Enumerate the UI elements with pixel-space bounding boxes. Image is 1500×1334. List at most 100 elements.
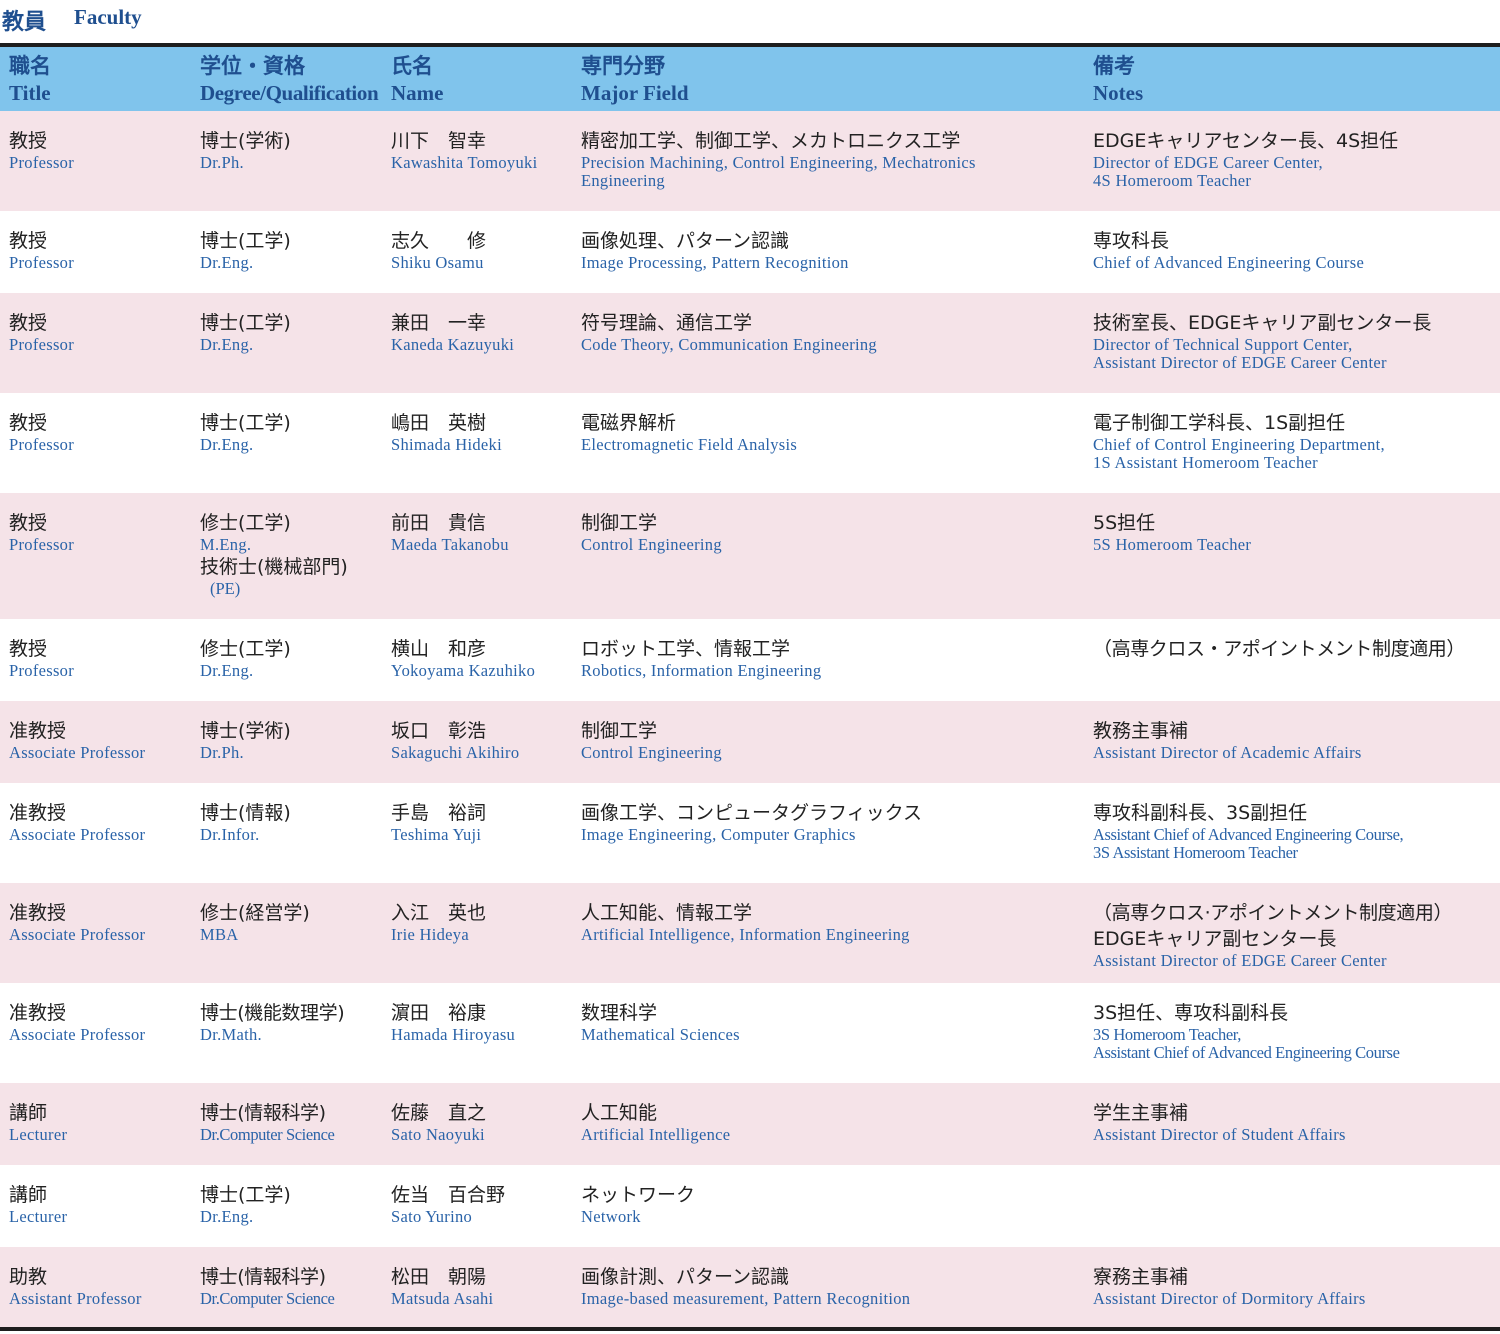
field-jp: 制御工学 xyxy=(581,512,658,534)
cell-degree: 博士(工学) Dr.Eng. xyxy=(200,1165,385,1226)
name-en: Shimada Hideki xyxy=(391,435,502,454)
field-jp: ロボット工学、情報工学 xyxy=(581,638,791,660)
cell-degree: 修士(経営学) MBA xyxy=(200,883,385,944)
degree-en: M.Eng. xyxy=(200,535,252,554)
field-jp: 電磁界解析 xyxy=(581,412,677,434)
field-en: Network xyxy=(581,1207,641,1226)
title-jp: 准教授 xyxy=(9,1002,67,1024)
page-title-en: Faculty xyxy=(74,5,142,29)
degree-en: Dr.Eng. xyxy=(200,335,254,354)
cell-title: 教授 Professor xyxy=(9,111,194,172)
cell-title: 教授 Professor xyxy=(9,493,194,554)
notes-jp: 専攻科副科長、3S副担任 xyxy=(1093,802,1308,824)
name-en: Matsuda Asahi xyxy=(391,1289,494,1308)
name-jp: 佐当 百合野 xyxy=(391,1184,506,1206)
field-jp: 人工知能、情報工学 xyxy=(581,902,753,924)
cell-degree: 博士(工学) Dr.Eng. xyxy=(200,393,385,454)
page-heading: 教員 Faculty xyxy=(0,0,1500,44)
title-en: Professor xyxy=(9,335,75,354)
table-row: 助教 Assistant Professor 博士(情報科学) Dr.Compute… xyxy=(0,1247,1500,1329)
header-notes: 備考 Notes xyxy=(1093,52,1498,106)
name-jp: 坂口 彰浩 xyxy=(391,720,487,742)
field-jp: 精密加工学、制御工学、メカトロニクス工学 xyxy=(581,130,961,152)
notes-en: Assistant Director of EDGE Career Center xyxy=(1093,951,1387,970)
name-en: Sato Yurino xyxy=(391,1207,473,1226)
cell-name: 横山 和彦 Yokoyama Kazuhiko xyxy=(391,619,576,680)
name-en: Kawashita Tomoyuki xyxy=(391,153,538,172)
cell-degree: 博士(機能数理学) Dr.Math. xyxy=(200,983,385,1044)
field-jp: 人工知能 xyxy=(581,1102,658,1124)
degree-jp: 博士(学術) xyxy=(200,130,291,152)
title-jp: 講師 xyxy=(9,1184,48,1206)
field-en: Robotics, Information Engineering xyxy=(581,661,822,680)
degree-en: Dr.Ph. xyxy=(200,153,244,172)
notes-en: Chief of Advanced Engineering Course xyxy=(1093,253,1365,272)
notes-en: Chief of Control Engineering Department,… xyxy=(1093,435,1385,472)
cell-name: 手島 裕詞 Teshima Yuji xyxy=(391,783,576,844)
title-jp: 教授 xyxy=(9,638,48,660)
cell-title: 教授 Professor xyxy=(9,211,194,272)
name-jp: 松田 朝陽 xyxy=(391,1266,487,1288)
field-jp: 符号理論、通信工学 xyxy=(581,312,753,334)
header-field-jp: 専門分野 xyxy=(581,54,665,78)
degree-en: Dr.Eng. xyxy=(200,1207,254,1226)
cell-degree: 博士(学術) Dr.Ph. xyxy=(200,701,385,762)
name-en: Sakaguchi Akihiro xyxy=(391,743,520,762)
cell-name: 坂口 彰浩 Sakaguchi Akihiro xyxy=(391,701,576,762)
field-en: Precision Machining, Control Engineering… xyxy=(581,153,976,190)
cell-title: 講師 Lecturer xyxy=(9,1165,194,1226)
notes-en: Assistant Director of Academic Affairs xyxy=(1093,743,1362,762)
cell-field: 画像処理、パターン認識 Image Processing, Pattern Rec… xyxy=(581,211,1086,272)
name-jp: 横山 和彦 xyxy=(391,638,487,660)
cell-name: 入江 英也 Irie Hideya xyxy=(391,883,576,944)
name-jp: 入江 英也 xyxy=(391,902,487,924)
cell-name: 嶋田 英樹 Shimada Hideki xyxy=(391,393,576,454)
cell-name: 濵田 裕康 Hamada Hiroyasu xyxy=(391,983,576,1044)
notes-jp: 学生主事補 xyxy=(1093,1102,1189,1124)
degree-jp: 博士(学術) xyxy=(200,720,291,742)
cell-field: 画像計測、パターン認識 Image-based measurement, Patt… xyxy=(581,1247,1086,1308)
cell-field: 人工知能 Artificial Intelligence xyxy=(581,1083,1086,1144)
field-jp: ネットワーク xyxy=(581,1184,696,1206)
title-en: Associate Professor xyxy=(9,925,146,944)
cell-title: 教授 Professor xyxy=(9,619,194,680)
page-title-jp: 教員 xyxy=(2,10,47,35)
notes-jp: 専攻科長 xyxy=(1093,230,1170,252)
header-notes-en: Notes xyxy=(1093,81,1144,105)
cell-title: 教授 Professor xyxy=(9,393,194,454)
cell-title: 助教 Assistant Professor xyxy=(9,1247,194,1308)
name-jp: 佐藤 直之 xyxy=(391,1102,487,1124)
notes-jp: EDGEキャリアセンター長、4S担任 xyxy=(1093,130,1399,152)
header-name-jp: 氏名 xyxy=(391,54,433,78)
title-en: Professor xyxy=(9,661,75,680)
notes-en: Director of Technical Support Center, As… xyxy=(1093,335,1387,372)
title-jp: 教授 xyxy=(9,512,48,534)
name-en: Kaneda Kazuyuki xyxy=(391,335,515,354)
field-en: Code Theory, Communication Engineering xyxy=(581,335,877,354)
cell-notes: 電子制御工学科長、1S副担任 Chief of Control Engineeri… xyxy=(1093,393,1498,472)
header-degree: 学位・資格 Degree/Qualification xyxy=(200,52,385,106)
notes-jp: 電子制御工学科長、1S副担任 xyxy=(1093,412,1346,434)
degree-jp: 博士(工学) xyxy=(200,412,291,434)
cell-degree: 修士(工学) Dr.Eng. xyxy=(200,619,385,680)
table-row: 准教授 Associate Professor 博士(情報) Dr.Infor. 手… xyxy=(0,783,1500,883)
header-title-en: Title xyxy=(9,81,51,105)
notes-jp: （高専クロス・アポイントメント制度適用） xyxy=(1093,638,1466,660)
title-en: Professor xyxy=(9,435,75,454)
cell-title: 准教授 Associate Professor xyxy=(9,883,194,944)
field-en: Electromagnetic Field Analysis xyxy=(581,435,798,454)
header-field-en: Major Field xyxy=(581,81,689,105)
name-en: Sato Naoyuki xyxy=(391,1125,485,1144)
degree-en: MBA xyxy=(200,925,239,944)
degree-jp: 博士(機能数理学) xyxy=(200,1002,345,1024)
degree-en: Dr.Eng. xyxy=(200,661,254,680)
table-row: 教授 Professor 博士(工学) Dr.Eng. 嶋田 英樹 Shimada H… xyxy=(0,393,1500,493)
title-jp: 助教 xyxy=(9,1266,48,1288)
cell-name: 兼田 一幸 Kaneda Kazuyuki xyxy=(391,293,576,354)
cell-title: 准教授 Associate Professor xyxy=(9,783,194,844)
cell-degree: 修士(工学) M.Eng. 技術士(機械部門) (PE) xyxy=(200,493,385,598)
cell-notes: EDGEキャリアセンター長、4S担任 Director of EDGE Caree… xyxy=(1093,111,1498,190)
degree-en: Dr.Eng. xyxy=(200,435,254,454)
header-name: 氏名 Name xyxy=(391,52,576,106)
notes-en: Assistant Director of Student Affairs xyxy=(1093,1125,1346,1144)
